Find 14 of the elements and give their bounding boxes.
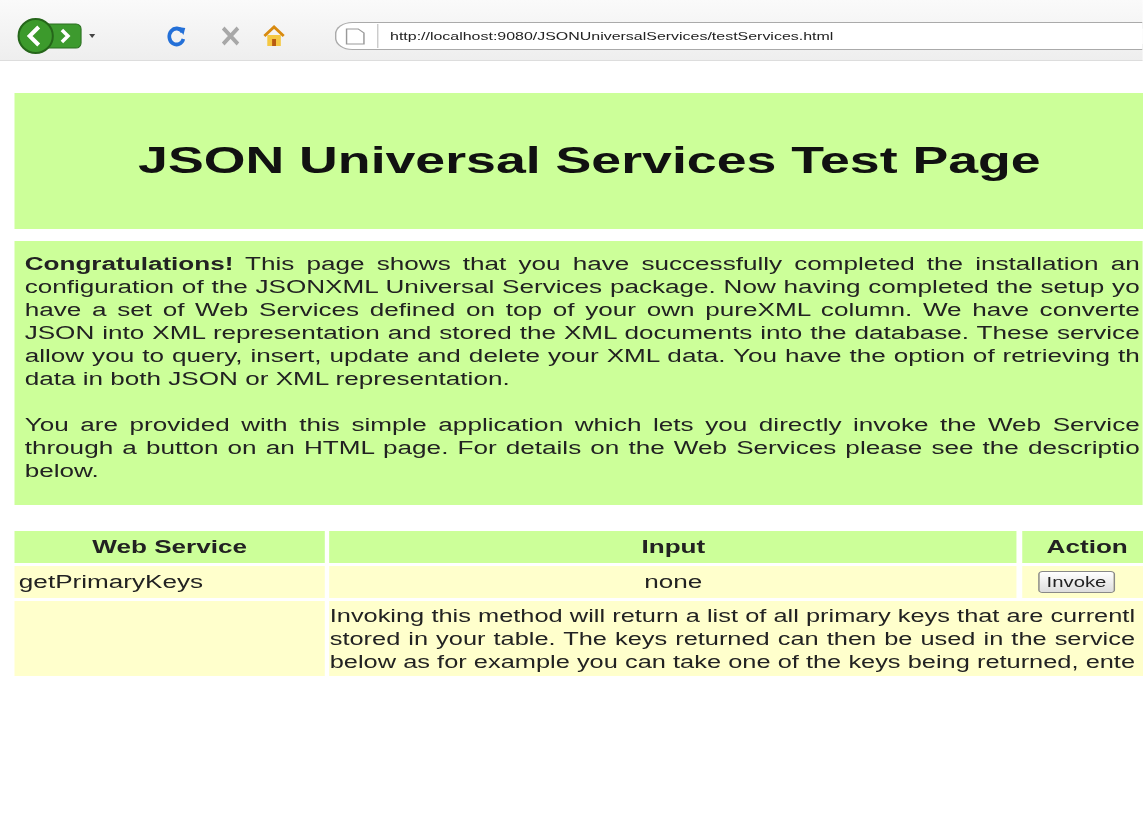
page-icon xyxy=(345,27,366,45)
intro-paragraph: Congratulations! This page shows that you have successfully completed the installation an configuration of the JSONXML Universal Services package. Now having completed the setup yo have a set of Web Services defined on top of your own pureXML column. We have converte JSON into XML representation and stored the XML documents into the database. These service allow you to query, insert, update and delete your XML data. You have the option of retrieving th data in both JSON or XML representation. xyxy=(24,253,1140,391)
table-cell: getPrimaryKeys xyxy=(14,566,325,598)
home-icon[interactable] xyxy=(262,25,286,47)
intro-paragraph: You are provided with this simple application which lets you directly invoke the Web Service through a button on an HTML page. For details on the Web Services please see the descriptio below. xyxy=(24,414,1140,483)
address-bar[interactable]: http://localhost:9080/JSONUniversalServices/testServices.html xyxy=(334,22,1143,50)
column-header: Action xyxy=(1021,531,1143,563)
service-description: Invoking this method will return a list of all primary keys that are currentl stored in your table. The keys returned can then be used in the service below as for example you can take one of the keys being returned, ente xyxy=(329,601,1143,676)
page-heading: JSON Universal Services Test Page xyxy=(138,140,1041,182)
column-header: Input xyxy=(329,531,1017,563)
reload-icon[interactable] xyxy=(165,24,188,48)
table-cell: none xyxy=(329,566,1017,598)
invoke-button[interactable]: Invoke xyxy=(1037,571,1116,593)
column-header: Web Service xyxy=(14,531,325,563)
